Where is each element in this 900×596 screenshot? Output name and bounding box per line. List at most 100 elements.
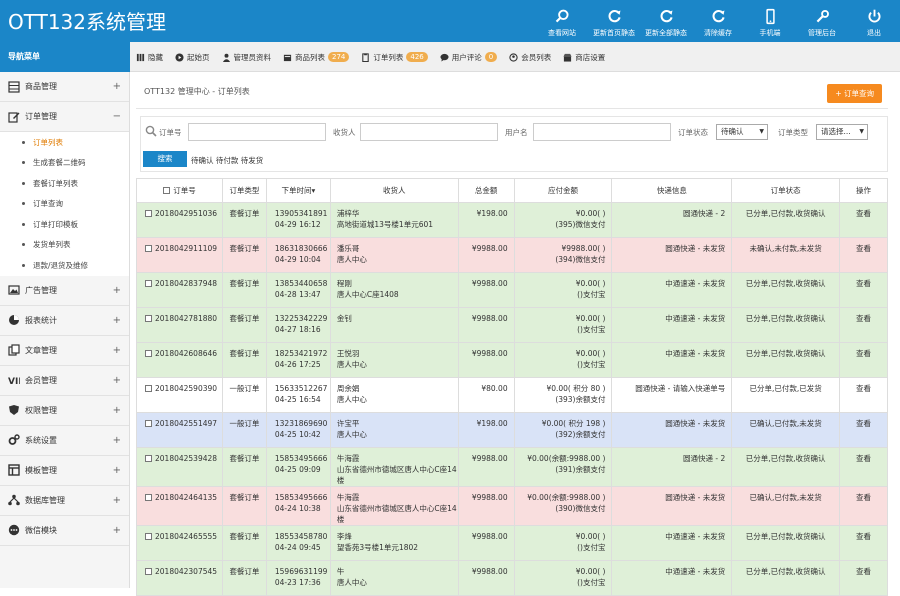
view-site-button[interactable]: 查看网站 <box>536 0 588 42</box>
order-time-cell: 13231869690 04-25 10:42 <box>265 412 331 448</box>
order-no-link[interactable]: 2018042590390 <box>155 384 217 393</box>
row-checkbox[interactable] <box>145 568 152 575</box>
view-link[interactable]: 查看 <box>839 377 888 413</box>
nav-order-list[interactable]: 订单列表 426 <box>361 52 428 63</box>
order-no-input[interactable] <box>188 123 326 141</box>
sidebar-group-wechat[interactable]: 微信模块 + <box>0 516 129 546</box>
header-label: 订单号 <box>173 186 196 195</box>
sidebar-item-package-orders[interactable]: 套餐订单列表 <box>0 173 129 194</box>
row-checkbox[interactable] <box>145 533 152 540</box>
payable-amount: ¥0.00( 积分 198 ) <box>541 419 606 428</box>
order-time-cell: 15853495666 04-25 09:09 <box>265 447 331 487</box>
sidebar-group-products[interactable]: 商品管理 + <box>0 72 129 102</box>
view-link[interactable]: 查看 <box>839 412 888 448</box>
sidebar-group-members[interactable]: VIP 会员管理 + <box>0 366 129 396</box>
order-type-cell: 套餐订单 <box>221 307 267 343</box>
order-status-select[interactable]: 待确认 ▼ <box>716 124 768 140</box>
order-no-link[interactable]: 2018042837948 <box>155 279 217 288</box>
nav-hide[interactable]: 隐藏 <box>136 52 163 63</box>
phone-text: 15853495666 <box>274 454 328 463</box>
order-no-link[interactable]: 2018042608646 <box>155 349 217 358</box>
row-checkbox[interactable] <box>145 315 152 322</box>
order-no-link[interactable]: 2018042781880 <box>155 314 217 323</box>
order-query-button[interactable]: + 订单查询 <box>827 84 882 103</box>
receiver-input[interactable] <box>360 123 498 141</box>
row-checkbox[interactable] <box>145 420 152 427</box>
shop-icon <box>563 53 572 62</box>
sidebar-group-orders[interactable]: 订单管理 − <box>0 102 129 132</box>
sidebar-item-order-list[interactable]: 订单列表 <box>0 132 129 153</box>
update-home-static-button[interactable]: 更新首页静态 <box>588 0 640 42</box>
nav-label: 会员列表 <box>521 52 552 62</box>
nav-shop-settings[interactable]: 商店设置 <box>563 52 605 63</box>
search-button[interactable]: 搜索 <box>143 151 187 167</box>
total-cell: ¥9988.00 <box>457 237 515 273</box>
receiver-name: 王悦羽 <box>336 349 360 358</box>
sidebar-item-order-query[interactable]: 订单查询 <box>0 193 129 214</box>
username-input[interactable] <box>533 123 671 141</box>
sidebar-item-delivery-list[interactable]: 发货单列表 <box>0 234 129 255</box>
payment-method: ()支付宝 <box>577 325 606 334</box>
order-type-label: 订单类型 <box>778 128 808 137</box>
row-checkbox[interactable] <box>145 385 152 392</box>
quick-filters[interactable]: 待确认 待付款 待发货 <box>191 155 263 166</box>
play-icon <box>175 52 184 62</box>
view-link[interactable]: 查看 <box>839 486 888 526</box>
clear-cache-button[interactable]: 清除缓存 <box>692 0 744 42</box>
expand-icon: + <box>112 464 121 476</box>
logout-button[interactable]: 退出 <box>848 0 900 42</box>
mobile-button[interactable]: 手机端 <box>744 0 796 42</box>
sidebar-item-package-qr[interactable]: 生成套餐二维码 <box>0 152 129 173</box>
col-order-no[interactable]: 订单号 <box>136 178 223 203</box>
order-no-link[interactable]: 2018042307545 <box>155 567 217 576</box>
sidebar-group-reports[interactable]: 报表统计 + <box>0 306 129 336</box>
order-no-link[interactable]: 2018042951036 <box>155 209 217 218</box>
phone-text: 18631830666 <box>274 244 328 253</box>
sidebar-group-templates[interactable]: 模板管理 + <box>0 456 129 486</box>
row-checkbox[interactable] <box>145 245 152 252</box>
row-checkbox[interactable] <box>145 455 152 462</box>
view-link[interactable]: 查看 <box>839 237 888 273</box>
update-all-static-button[interactable]: 更新全部静态 <box>640 0 692 42</box>
view-link[interactable]: 查看 <box>839 447 888 487</box>
order-type-select[interactable]: 请选择... ▼ <box>816 124 868 140</box>
nav-product-list[interactable]: 商品列表 274 <box>283 52 350 63</box>
nav-admin-profile[interactable]: 管理员资料 <box>222 52 271 63</box>
sidebar-group-permissions[interactable]: 权限管理 + <box>0 396 129 426</box>
payable-cell: ¥0.00( ) (395)微信支付 <box>513 202 613 238</box>
row-checkbox[interactable] <box>145 280 152 287</box>
nav-member-list[interactable]: 会员列表 <box>509 52 551 63</box>
status-cell: 已分单,已付款,收货确认 <box>731 560 841 596</box>
view-link[interactable]: 查看 <box>839 307 888 343</box>
time-text: 04-25 09:09 <box>274 465 321 474</box>
order-no-link[interactable]: 2018042464135 <box>155 493 217 502</box>
nav-start-page[interactable]: 起始页 <box>175 52 210 63</box>
sidebar-item-print-template[interactable]: 订单打印模板 <box>0 214 129 235</box>
row-checkbox[interactable] <box>145 210 152 217</box>
col-order-time[interactable]: 下单时间▾ <box>265 178 331 203</box>
order-no-link[interactable]: 2018042911109 <box>155 244 217 253</box>
view-link[interactable]: 查看 <box>839 272 888 308</box>
order-no-link[interactable]: 2018042539428 <box>155 454 217 463</box>
phone-text: 15633512267 <box>274 384 328 393</box>
view-link[interactable]: 查看 <box>839 342 888 378</box>
order-time-cell: 13225342229 04-27 18:16 <box>265 307 331 343</box>
sidebar-group-database[interactable]: 数据库管理 + <box>0 486 129 516</box>
admin-button[interactable]: 管理后台 <box>796 0 848 42</box>
sidebar-group-articles[interactable]: 文章管理 + <box>0 336 129 366</box>
select-all-checkbox[interactable] <box>163 187 171 194</box>
sidebar-group-system[interactable]: 系统设置 + <box>0 426 129 456</box>
express-cell: 圆通快递 - 未发货 <box>611 486 733 526</box>
breadcrumb: OTT132 管理中心 - 订单列表 <box>144 87 250 96</box>
order-no-link[interactable]: 2018042551497 <box>155 419 217 428</box>
sidebar-group-ads[interactable]: 广告管理 + <box>0 276 129 306</box>
row-checkbox[interactable] <box>145 494 152 501</box>
row-checkbox[interactable] <box>145 350 152 357</box>
order-no-link[interactable]: 2018042465555 <box>155 532 217 541</box>
sidebar-item-refunds[interactable]: 退款/退货及维修 <box>0 255 129 276</box>
view-link[interactable]: 查看 <box>839 202 888 238</box>
nav-user-comments[interactable]: 用户评论 0 <box>440 52 498 63</box>
payable-cell: ¥0.00(余额:9988.00 ) (391)余额支付 <box>513 447 613 487</box>
view-link[interactable]: 查看 <box>839 525 888 561</box>
view-link[interactable]: 查看 <box>839 560 888 596</box>
